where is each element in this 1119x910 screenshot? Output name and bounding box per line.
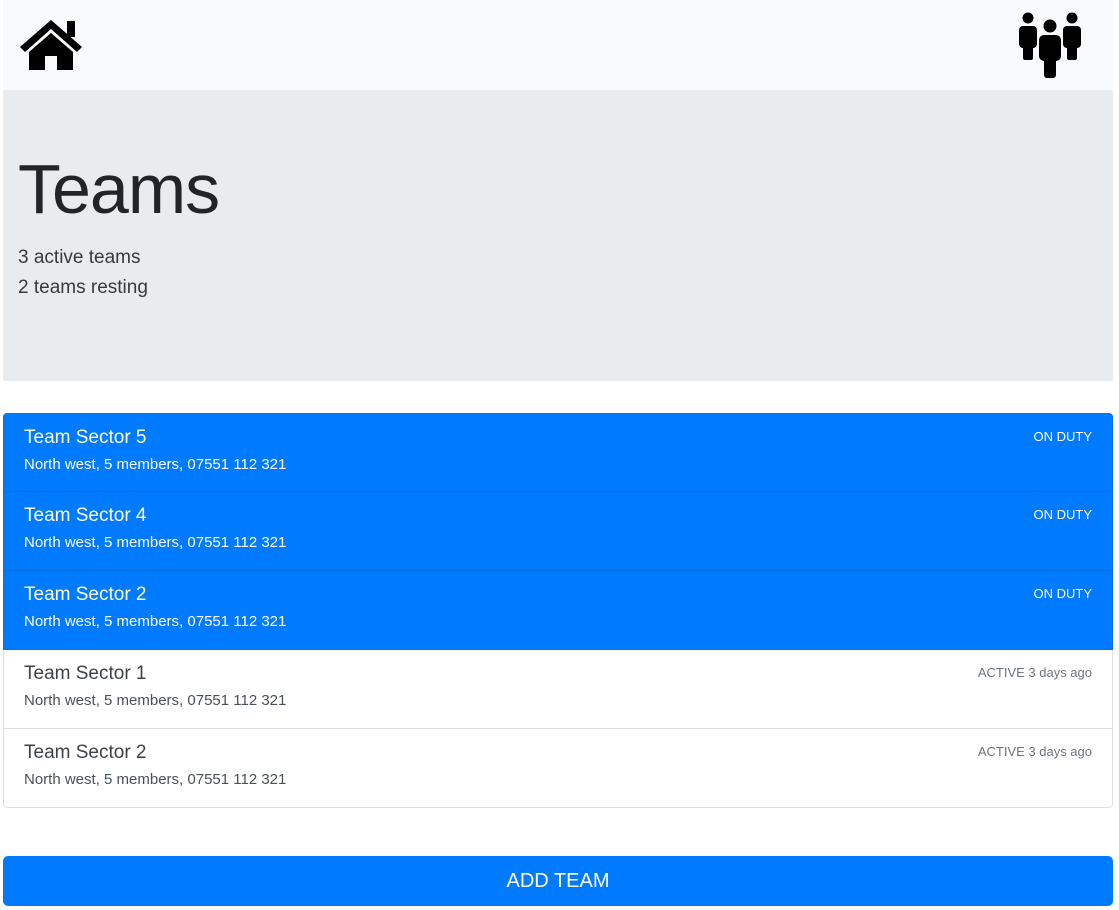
team-list-item[interactable]: Team Sector 5 North west, 5 members, 075… [3,413,1113,492]
team-list-item[interactable]: Team Sector 2 North west, 5 members, 075… [3,571,1113,650]
active-teams-count: 3 active teams [18,247,141,268]
team-status: ACTIVE 3 days ago [977,744,1092,759]
team-status: ACTIVE 3 days ago [977,665,1092,680]
team-name: Team Sector 1 [24,663,147,684]
top-navbar [3,0,1113,90]
page-title: Teams [18,150,220,228]
team-list-item[interactable]: Team Sector 1 North west, 5 members, 075… [3,650,1113,729]
team-status: ON DUTY [1033,507,1093,522]
team-name: Team Sector 2 [24,584,147,605]
team-name: Team Sector 4 [24,505,147,526]
team-list-item[interactable]: Team Sector 4 North west, 5 members, 075… [3,492,1113,571]
team-details: North west, 5 members, 07551 112 321 [24,692,287,709]
team-details: North west, 5 members, 07551 112 321 [24,613,287,630]
home-icon[interactable] [18,17,84,76]
teams-jumbotron: Teams 3 active teams 2 teams resting [3,90,1113,381]
team-name: Team Sector 2 [24,742,147,763]
add-team-button[interactable]: ADD TEAM [3,856,1113,906]
teams-list: Team Sector 5 North west, 5 members, 075… [3,413,1113,808]
team-details: North west, 5 members, 07551 112 321 [24,534,287,551]
users-icon[interactable] [1018,12,1082,83]
team-details: North west, 5 members, 07551 112 321 [24,771,287,788]
team-status: ON DUTY [1033,429,1093,444]
team-status: ON DUTY [1033,586,1093,601]
team-details: North west, 5 members, 07551 112 321 [24,456,287,473]
team-list-item[interactable]: Team Sector 2 North west, 5 members, 075… [3,729,1113,808]
resting-teams-count: 2 teams resting [18,277,148,298]
team-name: Team Sector 5 [24,427,147,448]
